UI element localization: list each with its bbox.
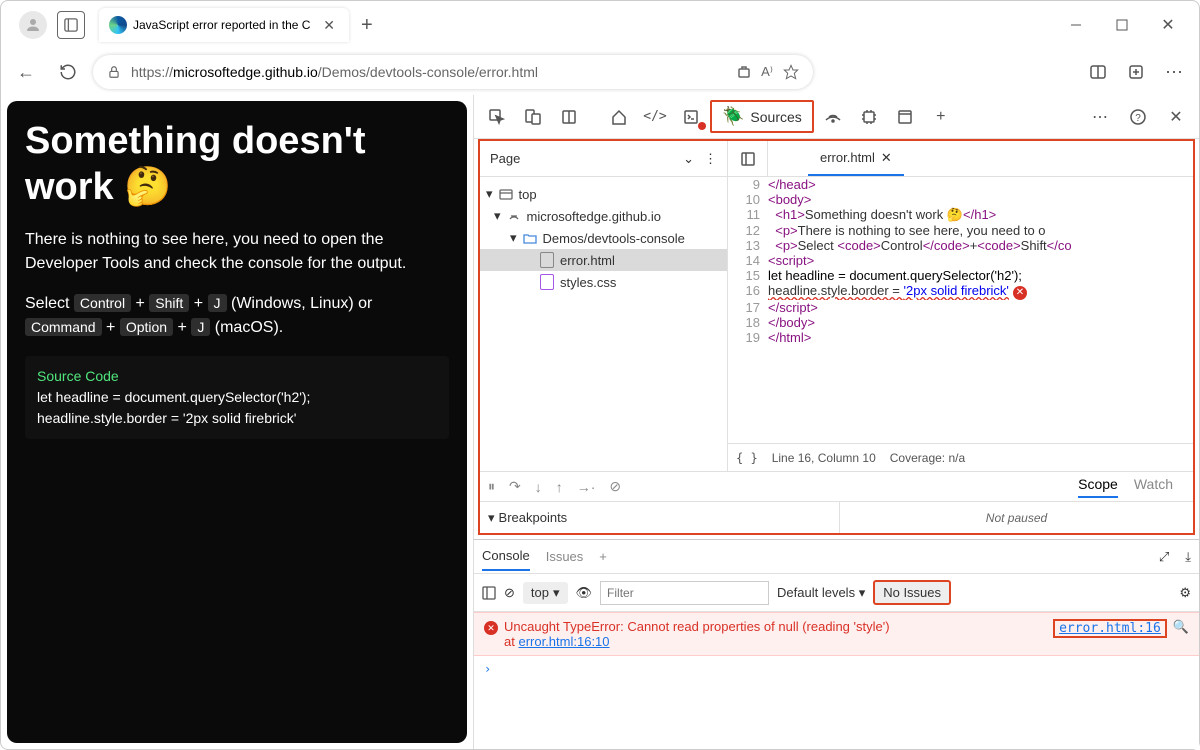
- nav-host[interactable]: ▾ microsoftedge.github.io: [480, 205, 727, 227]
- chevron-down-icon: ⌄: [683, 151, 694, 167]
- memory-tab[interactable]: [852, 102, 886, 132]
- svg-text:?: ?: [1135, 113, 1141, 124]
- log-levels-dropdown[interactable]: Default levels ▾: [777, 585, 865, 601]
- console-settings-button[interactable]: ⚙: [1179, 585, 1191, 601]
- step-button[interactable]: →·: [577, 479, 596, 495]
- console-tab[interactable]: [674, 102, 708, 132]
- scope-tab[interactable]: Scope: [1078, 476, 1118, 498]
- nav-file-styles-css[interactable]: styles.css: [480, 271, 727, 293]
- window-controls: ✕: [1053, 9, 1191, 41]
- source-code-box: Source Code let headline = document.quer…: [25, 356, 449, 439]
- close-window-button[interactable]: ✕: [1145, 9, 1191, 41]
- maximize-button[interactable]: [1099, 9, 1145, 41]
- drawer-console-tab[interactable]: Console: [482, 542, 530, 571]
- drawer-add-tab[interactable]: +: [599, 549, 607, 564]
- drawer-dock-button[interactable]: ⤢: [1159, 549, 1169, 565]
- devtools-panel: </> 🪲 Sources + ⋯ ? ✕ Page ⌄ ⋮: [473, 95, 1199, 749]
- console-clear-button[interactable]: ⊘: [504, 585, 515, 601]
- page-para1: There is nothing to see here, you need t…: [25, 228, 449, 276]
- drawer-collapse-button[interactable]: ⤓: [1185, 549, 1191, 565]
- new-tab-button[interactable]: +: [349, 10, 385, 41]
- tab-actions-button[interactable]: [57, 11, 85, 39]
- error-icon: ✕: [484, 621, 498, 635]
- edge-logo-icon: [109, 16, 127, 34]
- console-filter-input[interactable]: [600, 581, 769, 605]
- refresh-button[interactable]: [51, 55, 85, 89]
- error-stop-icon[interactable]: ✕: [1013, 286, 1027, 300]
- drawer-issues-tab[interactable]: Issues: [546, 549, 584, 564]
- not-paused-label: Not paused: [840, 502, 1193, 533]
- close-file-icon[interactable]: ✕: [881, 150, 892, 166]
- network-tab[interactable]: [816, 102, 850, 132]
- console-sidebar-toggle[interactable]: [482, 586, 496, 600]
- devtools-tabbar: </> 🪲 Sources + ⋯ ? ✕: [474, 95, 1199, 139]
- file-navigator: ▾ top ▾ microsoftedge.github.io ▾ Demos/…: [480, 177, 728, 471]
- collections-button[interactable]: [1119, 55, 1153, 89]
- welcome-tab[interactable]: [602, 102, 636, 132]
- profile-button[interactable]: [19, 11, 47, 39]
- read-aloud-button[interactable]: A⁾: [761, 64, 773, 80]
- shopping-icon[interactable]: [737, 65, 751, 79]
- no-issues-badge[interactable]: No Issues: [873, 580, 951, 605]
- add-tab-button[interactable]: +: [924, 102, 958, 132]
- console-error-message[interactable]: ✕ Uncaught TypeError: Cannot read proper…: [474, 612, 1199, 656]
- deactivate-bp-button[interactable]: ⊘: [609, 478, 621, 495]
- tab-title: JavaScript error reported in the C: [133, 18, 310, 32]
- search-icon[interactable]: 🔍: [1173, 619, 1189, 649]
- debugger-controls: ⏸ ↷ ↓ ↑ →· ⊘ Scope Watch: [480, 471, 1193, 501]
- browser-toolbar: ← https://microsoftedge.github.io/Demos/…: [1, 49, 1199, 95]
- favorite-button[interactable]: [783, 64, 799, 80]
- device-icon[interactable]: [516, 102, 550, 132]
- elements-tab[interactable]: </>: [638, 102, 672, 132]
- dt-help-button[interactable]: ?: [1121, 102, 1155, 132]
- live-expression-button[interactable]: 👁: [576, 585, 593, 601]
- minimize-button[interactable]: [1053, 9, 1099, 41]
- editor-file-tab[interactable]: error.html ✕: [808, 141, 904, 176]
- split-screen-button[interactable]: [1081, 55, 1115, 89]
- browser-titlebar: JavaScript error reported in the C ✕ + ✕: [1, 1, 1199, 49]
- back-button[interactable]: ←: [9, 55, 43, 89]
- dt-more-button[interactable]: ⋯: [1083, 102, 1117, 132]
- nav-file-error-html[interactable]: error.html: [480, 249, 727, 271]
- nav-top[interactable]: ▾ top: [480, 183, 727, 205]
- page-heading: Something doesn't work 🤔: [25, 119, 449, 210]
- browser-tab[interactable]: JavaScript error reported in the C ✕: [99, 8, 349, 42]
- application-tab[interactable]: [888, 102, 922, 132]
- sources-panel: Page ⌄ ⋮ error.html ✕ ▾ top ▾ microsofte…: [478, 139, 1195, 535]
- breakpoints-pane[interactable]: ▾ Breakpoints: [480, 502, 840, 533]
- page-content: Something doesn't work 🤔 There is nothin…: [7, 101, 467, 743]
- error-source-link[interactable]: error.html:16: [1053, 619, 1167, 638]
- dock-icon[interactable]: [552, 102, 586, 132]
- console-drawer: Console Issues + ⤢ ⤓ ⊘ top ▾ 👁 Default l…: [474, 539, 1199, 749]
- page-para2: Select Control + Shift + J (Windows, Lin…: [25, 292, 449, 340]
- step-over-button[interactable]: ↷: [509, 478, 521, 495]
- code-editor[interactable]: 9</head> 10<body> 11 <h1>Something doesn…: [728, 177, 1193, 471]
- stack-link[interactable]: error.html:16:10: [518, 634, 609, 649]
- bug-icon: 🪲: [722, 106, 744, 127]
- context-selector[interactable]: top ▾: [523, 582, 568, 604]
- step-out-button[interactable]: ↑: [556, 479, 563, 495]
- step-into-button[interactable]: ↓: [535, 479, 542, 495]
- editor-status: { } Line 16, Column 10 Coverage: n/a: [728, 443, 1193, 471]
- page-dropdown[interactable]: Page ⌄ ⋮: [480, 141, 728, 176]
- lock-icon: [107, 65, 121, 79]
- console-prompt[interactable]: ›: [474, 656, 1199, 682]
- dt-close-button[interactable]: ✕: [1159, 102, 1193, 132]
- inspect-icon[interactable]: [480, 102, 514, 132]
- tab-close-button[interactable]: ✕: [319, 15, 339, 36]
- watch-tab[interactable]: Watch: [1134, 476, 1173, 498]
- toggle-navigator-button[interactable]: [728, 141, 768, 176]
- sources-tab[interactable]: 🪲 Sources: [710, 100, 814, 133]
- menu-button[interactable]: ⋯: [1157, 55, 1191, 89]
- address-bar[interactable]: https://microsoftedge.github.io/Demos/de…: [93, 55, 813, 89]
- pause-button[interactable]: ⏸: [488, 478, 495, 495]
- nav-folder[interactable]: ▾ Demos/devtools-console: [480, 227, 727, 249]
